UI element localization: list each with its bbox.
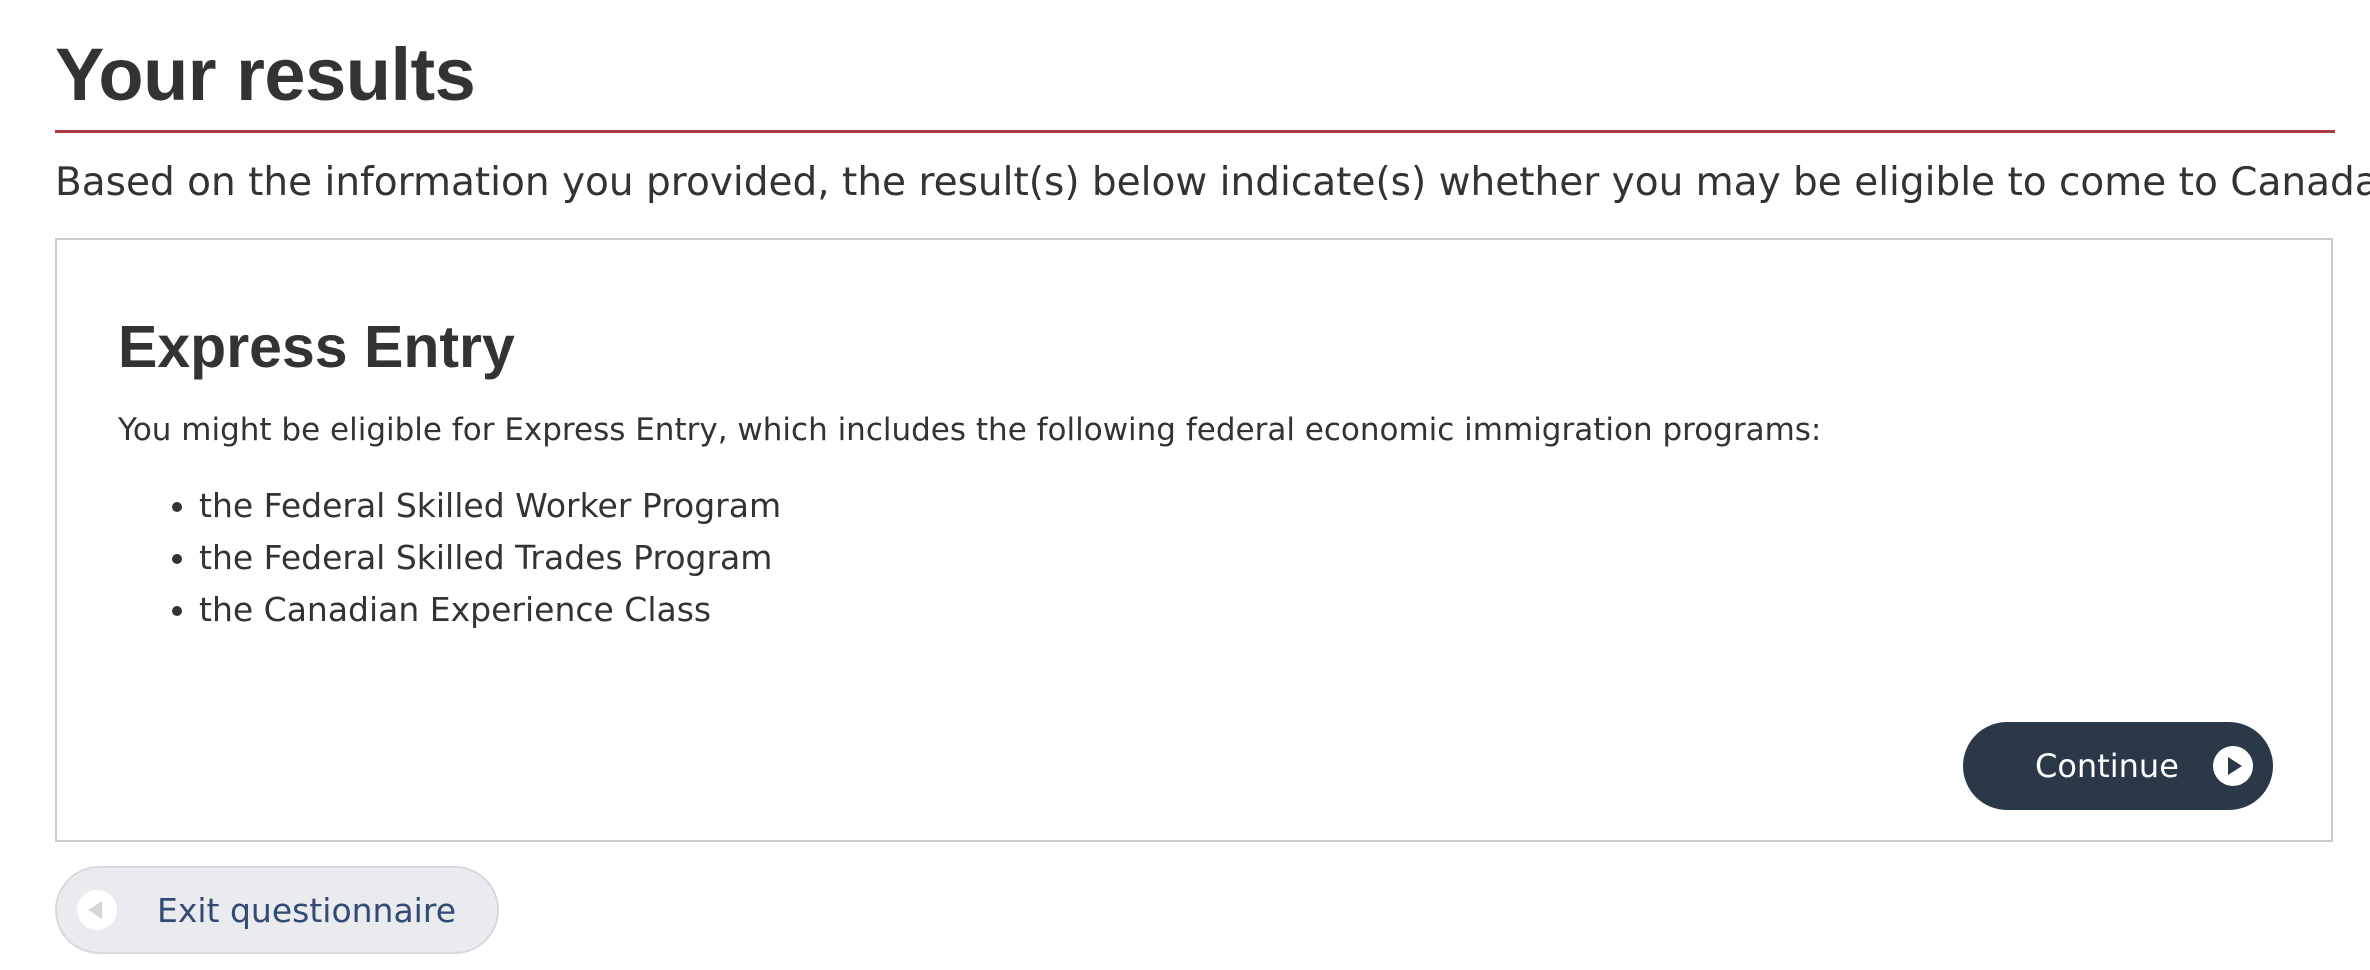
title-divider	[55, 130, 2335, 133]
result-card-express-entry: Express Entry You might be eligible for …	[55, 238, 2333, 842]
result-title: Express Entry	[118, 314, 515, 380]
program-item: the Federal Skilled Worker Program	[199, 480, 781, 532]
program-item: the Canadian Experience Class	[199, 584, 781, 636]
exit-label: Exit questionnaire	[157, 890, 456, 930]
program-item: the Federal Skilled Trades Program	[199, 532, 781, 584]
exit-questionnaire-button[interactable]: Exit questionnaire	[55, 866, 499, 954]
page-title: Your results	[55, 33, 476, 116]
play-circle-icon	[2213, 746, 2253, 786]
program-list: the Federal Skilled Worker Program the F…	[118, 480, 781, 636]
intro-text: Based on the information you provided, t…	[55, 160, 2370, 205]
back-circle-icon	[77, 890, 117, 930]
continue-label: Continue	[2035, 747, 2179, 785]
results-page: Your results Based on the information yo…	[55, 0, 2370, 954]
continue-button[interactable]: Continue	[1963, 722, 2273, 810]
result-description: You might be eligible for Express Entry,…	[118, 412, 1822, 448]
